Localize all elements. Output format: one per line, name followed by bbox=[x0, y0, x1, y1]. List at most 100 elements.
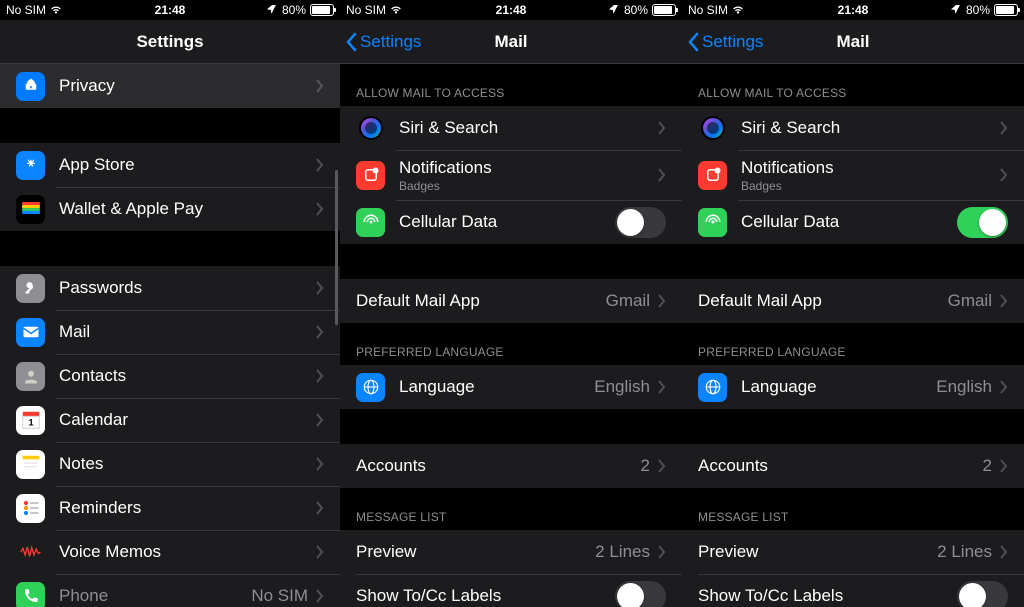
row-label: Cellular Data bbox=[741, 212, 957, 232]
mail-row-notifications[interactable]: Notifications Badges bbox=[340, 150, 682, 200]
settings-row-calendar[interactable]: 1 Calendar bbox=[0, 398, 340, 442]
row-label: Language bbox=[741, 377, 936, 397]
settings-row-voicememos[interactable]: Voice Memos bbox=[0, 530, 340, 574]
status-carrier: No SIM bbox=[346, 3, 386, 17]
row-label: Language bbox=[399, 377, 594, 397]
row-label: Cellular Data bbox=[399, 212, 615, 232]
chevron-right-icon bbox=[658, 294, 666, 308]
settings-row-notes[interactable]: Notes bbox=[0, 442, 340, 486]
status-battery-pct: 80% bbox=[624, 3, 648, 17]
row-label: Accounts bbox=[698, 456, 983, 476]
row-label: Accounts bbox=[356, 456, 641, 476]
row-sublabel: Badges bbox=[399, 179, 658, 193]
back-button[interactable]: Settings bbox=[346, 20, 421, 64]
mail-settings-list[interactable]: ALLOW MAIL TO ACCESS Siri & Search Notif… bbox=[340, 64, 682, 607]
siri-icon bbox=[356, 114, 385, 143]
row-label: Notifications bbox=[741, 158, 1000, 178]
mail-row-accounts[interactable]: Accounts 2 bbox=[340, 444, 682, 488]
chevron-right-icon bbox=[316, 501, 324, 515]
settings-row-privacy[interactable]: Privacy bbox=[0, 64, 340, 108]
settings-row-mail[interactable]: Mail bbox=[0, 310, 340, 354]
cellular-toggle[interactable] bbox=[615, 207, 666, 238]
nav-bar-mail: Settings Mail bbox=[682, 20, 1024, 64]
privacy-icon bbox=[16, 72, 45, 101]
chevron-right-icon bbox=[316, 158, 324, 172]
battery-icon bbox=[652, 4, 676, 16]
page-title: Mail bbox=[494, 32, 527, 52]
chevron-right-icon bbox=[1000, 380, 1008, 394]
status-bar: No SIM 21:48 80% bbox=[340, 0, 682, 20]
showtocc-toggle[interactable] bbox=[615, 581, 666, 607]
row-value: No SIM bbox=[251, 586, 308, 606]
mail-settings-list[interactable]: ALLOW MAIL TO ACCESS Siri & Search Notif… bbox=[682, 64, 1024, 607]
status-carrier: No SIM bbox=[6, 3, 46, 17]
mail-row-preview[interactable]: Preview 2 Lines bbox=[340, 530, 682, 574]
chevron-right-icon bbox=[658, 459, 666, 473]
row-value: 2 bbox=[641, 456, 650, 476]
chevron-right-icon bbox=[658, 168, 666, 182]
mail-row-cellular: Cellular Data bbox=[682, 200, 1024, 244]
row-label: Passwords bbox=[59, 278, 316, 298]
mail-row-default-app[interactable]: Default Mail App Gmail bbox=[340, 279, 682, 323]
chevron-right-icon bbox=[316, 202, 324, 216]
mail-row-default-app[interactable]: Default Mail App Gmail bbox=[682, 279, 1024, 323]
mail-icon bbox=[16, 318, 45, 347]
settings-list[interactable]: Privacy App Store Wallet & Apple Pay Pas… bbox=[0, 64, 340, 607]
scroll-indicator[interactable] bbox=[335, 170, 338, 325]
chevron-right-icon bbox=[316, 589, 324, 603]
settings-row-contacts[interactable]: Contacts bbox=[0, 354, 340, 398]
chevron-right-icon bbox=[658, 380, 666, 394]
mail-row-siri[interactable]: Siri & Search bbox=[340, 106, 682, 150]
svg-text:1: 1 bbox=[28, 418, 33, 428]
row-label: Preview bbox=[698, 542, 937, 562]
row-label: Contacts bbox=[59, 366, 316, 386]
chevron-right-icon bbox=[316, 457, 324, 471]
status-carrier: No SIM bbox=[688, 3, 728, 17]
row-sublabel: Badges bbox=[741, 179, 1000, 193]
row-label: Reminders bbox=[59, 498, 316, 518]
row-label: Phone bbox=[59, 586, 251, 606]
screen-mail-on: No SIM 21:48 80% Settings Mail ALLOW MAI… bbox=[682, 0, 1024, 607]
chevron-right-icon bbox=[1000, 294, 1008, 308]
row-label: Default Mail App bbox=[698, 291, 948, 311]
key-icon bbox=[16, 274, 45, 303]
calendar-icon: 1 bbox=[16, 406, 45, 435]
settings-row-appstore[interactable]: App Store bbox=[0, 143, 340, 187]
row-label: Show To/Cc Labels bbox=[356, 586, 615, 606]
screen-mail-off: No SIM 21:48 80% Settings Mail ALLOW MAI… bbox=[340, 0, 682, 607]
chevron-right-icon bbox=[658, 545, 666, 559]
mail-row-accounts[interactable]: Accounts 2 bbox=[682, 444, 1024, 488]
row-label: Siri & Search bbox=[399, 118, 658, 138]
settings-row-passwords[interactable]: Passwords bbox=[0, 266, 340, 310]
cellular-toggle[interactable] bbox=[957, 207, 1008, 238]
showtocc-toggle[interactable] bbox=[957, 581, 1008, 607]
row-label: App Store bbox=[59, 155, 316, 175]
mail-row-language[interactable]: Language English bbox=[340, 365, 682, 409]
row-value: Gmail bbox=[606, 291, 650, 311]
mail-row-preview[interactable]: Preview 2 Lines bbox=[682, 530, 1024, 574]
cellular-icon bbox=[698, 208, 727, 237]
settings-row-reminders[interactable]: Reminders bbox=[0, 486, 340, 530]
status-time: 21:48 bbox=[155, 3, 186, 17]
row-value: English bbox=[594, 377, 650, 397]
mail-row-language[interactable]: Language English bbox=[682, 365, 1024, 409]
back-button[interactable]: Settings bbox=[688, 20, 763, 64]
mail-row-siri[interactable]: Siri & Search bbox=[682, 106, 1024, 150]
chevron-left-icon bbox=[688, 32, 700, 52]
page-title: Mail bbox=[836, 32, 869, 52]
settings-row-wallet[interactable]: Wallet & Apple Pay bbox=[0, 187, 340, 231]
allow-access-header: ALLOW MAIL TO ACCESS bbox=[340, 64, 682, 106]
row-label: Wallet & Apple Pay bbox=[59, 199, 316, 219]
mail-row-notifications[interactable]: Notifications Badges bbox=[682, 150, 1024, 200]
status-time: 21:48 bbox=[496, 3, 527, 17]
wifi-icon bbox=[390, 4, 402, 16]
notes-icon bbox=[16, 450, 45, 479]
voicememos-icon bbox=[16, 538, 45, 567]
status-battery-pct: 80% bbox=[966, 3, 990, 17]
chevron-right-icon bbox=[1000, 545, 1008, 559]
row-label: Show To/Cc Labels bbox=[698, 586, 957, 606]
settings-row-phone[interactable]: Phone No SIM bbox=[0, 574, 340, 607]
battery-icon bbox=[310, 4, 334, 16]
row-label: Siri & Search bbox=[741, 118, 1000, 138]
row-label: Default Mail App bbox=[356, 291, 606, 311]
